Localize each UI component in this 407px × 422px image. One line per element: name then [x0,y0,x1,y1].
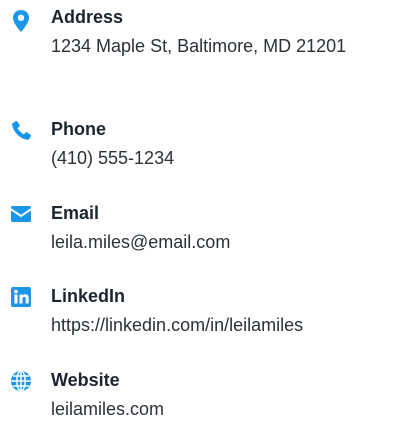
envelope-icon [9,202,33,226]
globe-icon [9,369,33,393]
map-pin-icon [9,9,33,33]
address-label: Address [51,7,124,27]
website-value[interactable]: leilamiles.com [51,396,407,422]
website-label: Website [51,370,120,390]
contact-item-address: Address 1234 Maple St, Baltimore, MD 212… [0,6,407,59]
linkedin-label: LinkedIn [51,286,126,306]
linkedin-icon [9,285,33,309]
address-value: 1234 Maple St, Baltimore, MD 21201 [51,36,347,56]
contact-item-linkedin: LinkedIn https://linkedin.com/in/leilami… [0,285,407,338]
contact-item-phone: Phone (410) 555-1234 [0,118,407,171]
phone-value[interactable]: (410) 555-1234 [51,145,407,171]
contact-item-email: Email leila.miles@email.com [0,202,407,255]
contact-item-website: Website leilamiles.com [0,369,407,422]
email-value[interactable]: leila.miles@email.com [51,229,407,255]
phone-icon [9,119,33,143]
linkedin-value[interactable]: https://linkedin.com/in/leilamiles [51,312,407,338]
phone-label: Phone [51,119,107,139]
email-label: Email [51,203,100,223]
